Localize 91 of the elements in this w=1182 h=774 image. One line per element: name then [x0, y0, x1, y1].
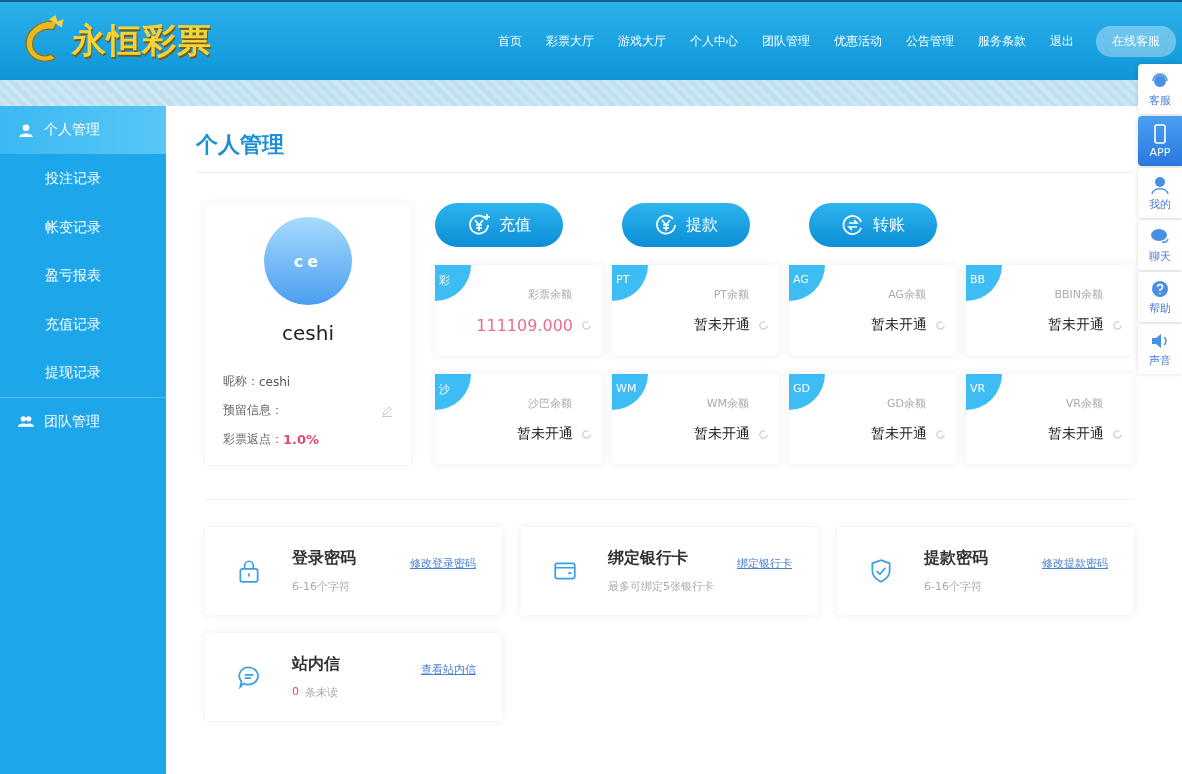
field-label: 彩票返点：: [223, 431, 283, 448]
nav-link[interactable]: 游戏大厅: [606, 32, 678, 50]
balance-value: 暂未开通: [517, 425, 573, 443]
balance-label: BBIN余额: [1054, 287, 1103, 302]
balance-value: 暂未开通: [694, 425, 750, 443]
online-service-button[interactable]: 在线客服: [1096, 25, 1176, 57]
action-button[interactable]: 转账: [809, 203, 937, 247]
sidebar-group-item[interactable]: 团队管理: [0, 397, 166, 446]
float-toolbar-item[interactable]: 声音: [1138, 324, 1182, 374]
float-toolbar-item[interactable]: 聊天: [1138, 220, 1182, 270]
refresh-icon[interactable]: [758, 428, 769, 440]
balance-value: 暂未开通: [871, 425, 927, 443]
security-hint: 最多可绑定5张银行卡: [608, 579, 714, 594]
platform-tag: BB: [966, 265, 1002, 301]
sidebar-item[interactable]: 提现记录: [0, 348, 166, 397]
platform-tag: AG: [789, 265, 825, 301]
nav-link[interactable]: 首页: [486, 32, 534, 50]
refresh-icon[interactable]: [581, 320, 592, 331]
balance-label: AG余额: [888, 287, 926, 302]
nav-link[interactable]: 优惠活动: [822, 32, 894, 50]
balance-value: 暂未开通: [1048, 425, 1104, 443]
sidebar-group-item[interactable]: 个人管理: [0, 106, 166, 154]
security-hint: 6-16个字符: [292, 579, 350, 594]
yen-circle-icon: [654, 213, 678, 237]
pencil-icon[interactable]: [381, 404, 393, 417]
message-bubble-icon: [236, 664, 262, 690]
nav-link[interactable]: 彩票大厅: [534, 32, 606, 50]
float-toolbar-item[interactable]: 帮助: [1138, 272, 1182, 322]
lock-icon: [236, 558, 262, 584]
balance-value: 暂未开通: [694, 316, 750, 334]
platform-tag: WM: [612, 374, 648, 410]
balance-label: WM余额: [706, 396, 749, 411]
refresh-icon[interactable]: [1112, 319, 1123, 331]
logo-text: 永恒彩票: [72, 19, 212, 62]
nav-link[interactable]: 个人中心: [678, 32, 750, 50]
action-button[interactable]: 充值: [435, 203, 563, 247]
help-icon: [1150, 278, 1170, 299]
refresh-icon[interactable]: [581, 428, 592, 440]
balance-label: GD余额: [887, 396, 926, 411]
person-icon: [1150, 174, 1170, 195]
person-icon: [18, 122, 34, 138]
security-link[interactable]: 修改登录密码: [410, 556, 476, 571]
field-label: 预留信息：: [223, 402, 283, 419]
refresh-icon[interactable]: [1112, 428, 1123, 440]
platform-tag: PT: [612, 265, 648, 301]
security-link[interactable]: 修改提款密码: [1042, 556, 1108, 571]
security-title: 登录密码: [292, 548, 357, 569]
team-icon: [18, 414, 34, 430]
nav-link[interactable]: 退出: [1038, 32, 1086, 50]
refresh-icon[interactable]: [935, 319, 946, 331]
nav-link[interactable]: 服务条款: [966, 32, 1038, 50]
refresh-icon[interactable]: [758, 319, 769, 331]
sidebar-item[interactable]: 投注记录: [0, 154, 166, 203]
sidebar-item[interactable]: 帐变记录: [0, 202, 166, 252]
balance-value: 暂未开通: [871, 316, 927, 334]
avatar-circle: ce: [264, 217, 352, 305]
balance-label: VR余额: [1065, 396, 1103, 411]
refresh-icon[interactable]: [935, 428, 946, 440]
security-title: 绑定银行卡: [608, 548, 689, 569]
nav-link[interactable]: 团队管理: [750, 32, 822, 50]
security-link[interactable]: 查看站内信: [421, 662, 476, 677]
float-toolbar-item[interactable]: 我的: [1138, 168, 1182, 218]
unread-count: 0: [292, 685, 299, 700]
sidebar-item[interactable]: 充值记录: [0, 299, 166, 349]
security-hint: 6-16个字符: [924, 579, 982, 594]
sidebar-item[interactable]: 盈亏报表: [0, 251, 166, 300]
balance-label: 沙巴余额: [528, 396, 572, 411]
security-hint: 条未读: [305, 685, 338, 700]
balance-label: 彩票余额: [528, 287, 572, 302]
shield-check-icon: [868, 558, 894, 584]
page-title: 个人管理: [196, 131, 285, 159]
nav-link[interactable]: 公告管理: [894, 32, 966, 50]
float-toolbar-item[interactable]: 客服: [1138, 64, 1182, 114]
transfer-arrows-icon: [841, 213, 865, 237]
action-button[interactable]: 提款: [622, 203, 750, 247]
balance-value: 暂未开通: [1048, 316, 1104, 334]
yen-circle-icon: [467, 213, 491, 237]
platform-tag: GD: [789, 374, 825, 410]
field-label: 昵称：: [223, 373, 259, 390]
balance-label: PT余额: [713, 287, 749, 302]
platform-tag: 沙: [435, 374, 471, 410]
platform-tag: 彩: [435, 265, 471, 301]
username: ceshi: [281, 321, 335, 345]
security-title: 站内信: [292, 654, 341, 675]
security-link[interactable]: 绑定银行卡: [737, 556, 792, 571]
field-value: ceshi: [259, 374, 291, 389]
platform-tag: VR: [966, 374, 1002, 410]
balance-value: 111109.000: [476, 316, 573, 335]
security-title: 提款密码: [924, 548, 989, 569]
field-value: 1.0%: [283, 432, 320, 447]
float-toolbar-item[interactable]: APP: [1138, 116, 1182, 166]
